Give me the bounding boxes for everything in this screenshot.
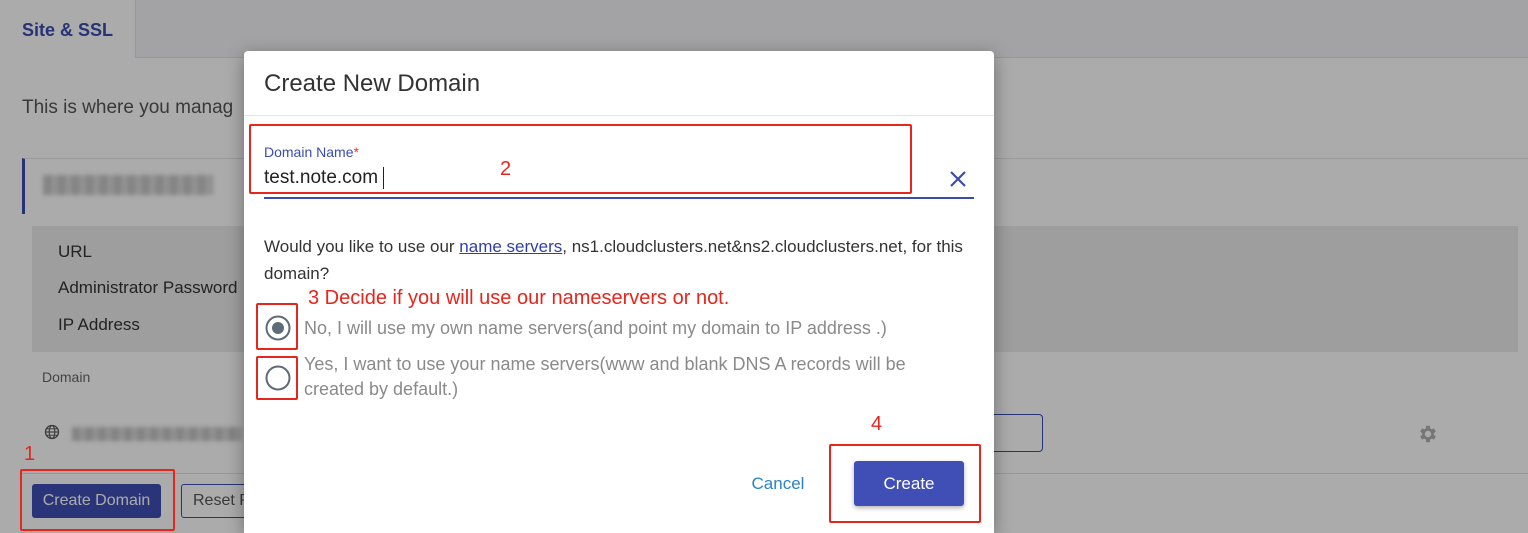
annotation-box-step-4 [829,444,981,523]
option-own-nameservers-label[interactable]: No, I will use my own name servers(and p… [304,316,964,341]
nameserver-question: Would you like to use our name servers, … [264,237,963,283]
cancel-button[interactable]: Cancel [739,469,817,499]
annotation-step-2: 2 [500,158,512,180]
close-icon[interactable] [948,169,968,189]
annotation-box-step-3b [256,356,298,400]
name-servers-link[interactable]: name servers [459,237,562,256]
annotation-step-4: 4 [871,413,883,435]
annotation-box-step-3a [256,303,298,350]
dialog-header: Create New Domain [244,51,994,116]
annotation-box-step-1 [20,469,175,531]
annotation-box-step-2 [249,124,912,194]
option-our-nameservers-label[interactable]: Yes, I want to use your name servers(www… [304,352,964,402]
annotation-step-3: 3 Decide if you will use our nameservers… [308,287,730,309]
dialog-title: Create New Domain [264,70,481,97]
annotation-step-1: 1 [24,443,36,465]
